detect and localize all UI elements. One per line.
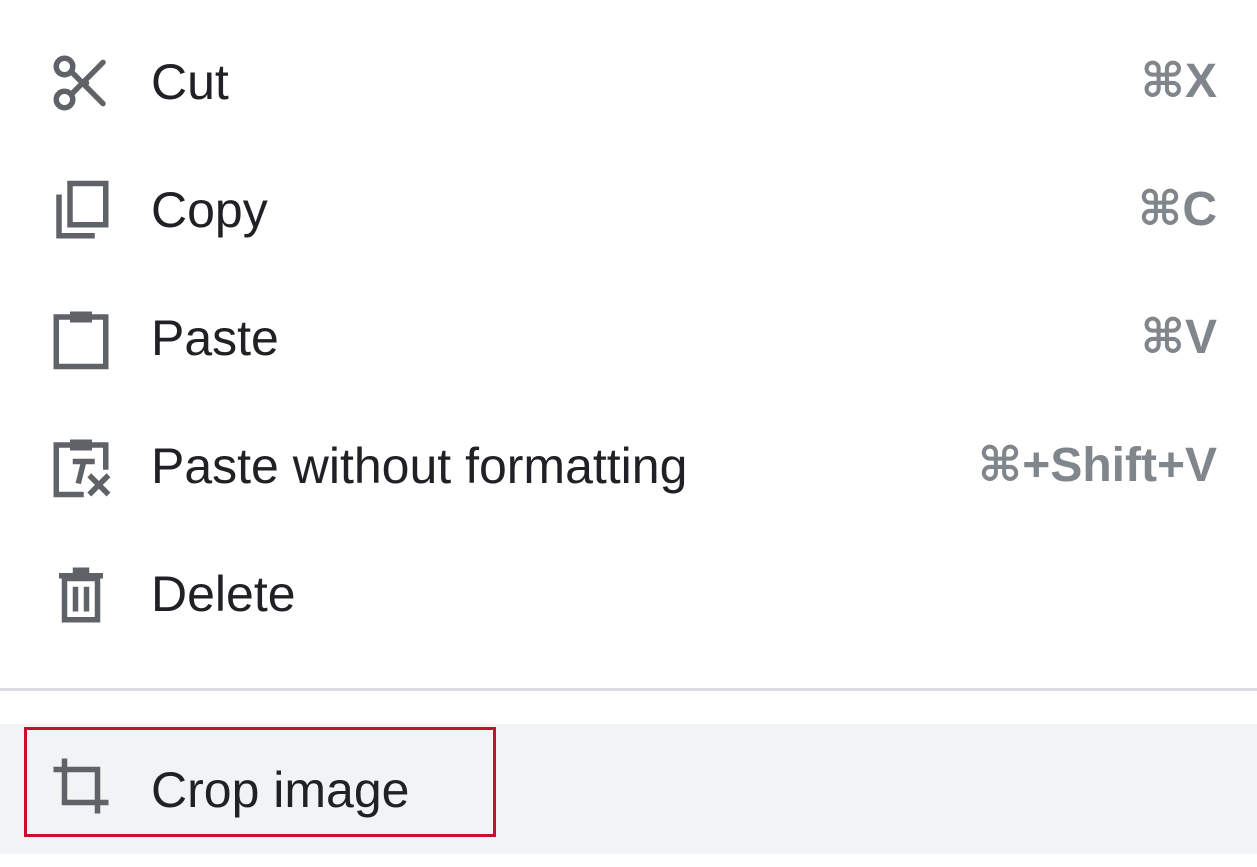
menu-item-paste-without-formatting[interactable]: Paste without formatting ⌘+Shift+V	[0, 404, 1257, 532]
menu-divider	[0, 688, 1257, 691]
menu-item-label: Cut	[151, 54, 229, 110]
menu-item-label: Copy	[151, 182, 268, 238]
menu-item-paste[interactable]: Paste ⌘V	[0, 276, 1257, 404]
clipboard-clear-format-icon	[48, 434, 114, 500]
context-menu: Cut ⌘X Copy ⌘C Paste ⌘V Paste without fo…	[0, 0, 1257, 867]
clipboard-icon	[48, 306, 114, 372]
menu-item-shortcut: ⌘V	[1140, 311, 1217, 364]
menu-item-delete[interactable]: Delete	[0, 532, 1257, 660]
highlight-outline	[24, 727, 496, 837]
menu-item-shortcut: ⌘+Shift+V	[977, 439, 1217, 492]
trash-icon	[48, 562, 114, 628]
copy-icon	[48, 178, 114, 244]
menu-item-label: Paste without formatting	[151, 438, 688, 494]
scissors-icon	[48, 50, 114, 116]
menu-item-label: Paste	[151, 310, 279, 366]
menu-item-shortcut: ⌘X	[1140, 55, 1217, 108]
menu-item-cut[interactable]: Cut ⌘X	[0, 20, 1257, 148]
menu-item-copy[interactable]: Copy ⌘C	[0, 148, 1257, 276]
menu-item-label: Delete	[151, 566, 296, 622]
menu-item-shortcut: ⌘C	[1137, 183, 1217, 236]
